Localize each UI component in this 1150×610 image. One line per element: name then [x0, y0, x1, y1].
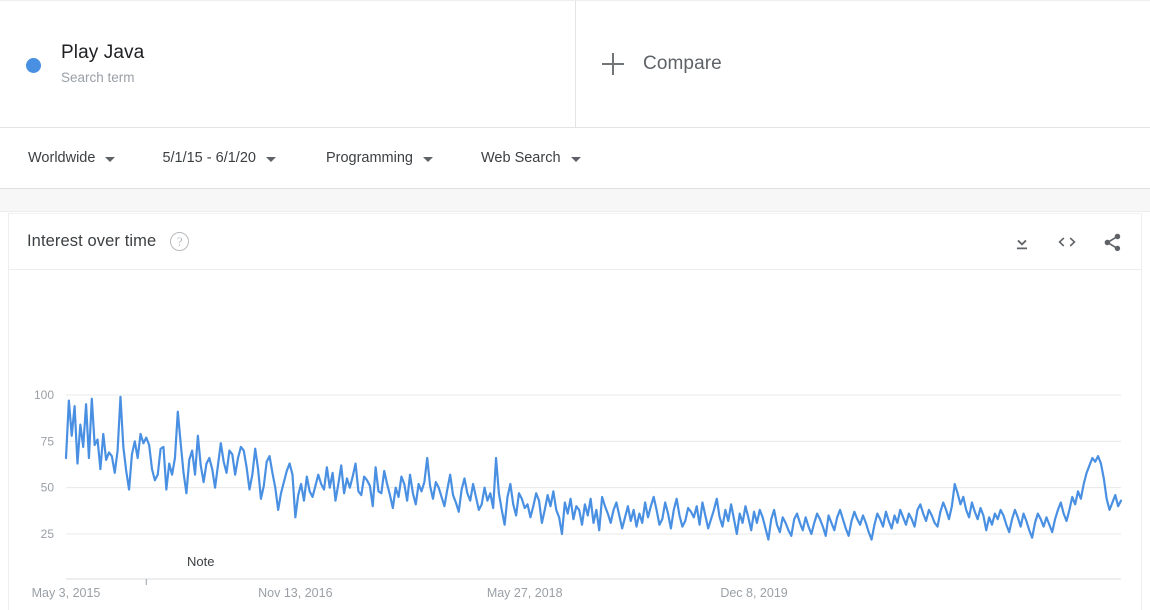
chart-note-annotation[interactable]: Note	[187, 554, 214, 569]
search-term-card[interactable]: Play Java Search term	[0, 1, 576, 127]
compare-label: Compare	[643, 53, 722, 74]
chevron-down-icon	[105, 156, 116, 162]
filter-location[interactable]: Worldwide	[28, 150, 116, 166]
filter-search-type-label: Web Search	[480, 150, 561, 166]
plus-icon	[602, 53, 624, 75]
svg-text:50: 50	[41, 481, 55, 495]
filter-category-label: Programming	[325, 150, 413, 166]
card-actions	[1011, 231, 1123, 253]
series-color-dot	[26, 57, 41, 73]
interest-over-time-chart[interactable]: 100 75 50 25 May 3, 2015 Nov 13, 2016 May 27, …	[9, 270, 1141, 600]
card-title: Interest over time	[27, 232, 157, 250]
search-term-texts: Play Java Search term	[61, 41, 144, 88]
add-compare-button[interactable]: Compare	[576, 1, 1150, 127]
page-gutter	[0, 189, 1150, 212]
filter-time-range[interactable]: 5/1/15 - 6/1/20	[162, 150, 276, 166]
help-icon[interactable]: ?	[170, 232, 190, 251]
filter-location-label: Worldwide	[28, 150, 96, 166]
filter-time-range-label: 5/1/15 - 6/1/20	[162, 150, 256, 166]
chevron-down-icon	[570, 156, 581, 162]
search-term-subtitle: Search term	[61, 69, 135, 85]
share-icon[interactable]	[1101, 231, 1123, 253]
filter-bar: Worldwide 5/1/15 - 6/1/20 Programming We…	[0, 128, 1150, 189]
chevron-down-icon	[265, 156, 276, 162]
card-header: Interest over time ?	[9, 214, 1141, 270]
search-terms-row: Play Java Search term Compare	[0, 0, 1150, 128]
svg-text:75: 75	[41, 434, 55, 448]
svg-text:May 3, 2015: May 3, 2015	[32, 586, 101, 600]
download-icon[interactable]	[1011, 231, 1033, 253]
svg-text:Dec 8, 2019: Dec 8, 2019	[720, 586, 787, 600]
svg-text:Nov 13, 2016: Nov 13, 2016	[258, 586, 332, 600]
search-term-title: Play Java	[61, 41, 145, 63]
embed-code-icon[interactable]	[1055, 231, 1079, 253]
interest-over-time-card: Interest over time ? 100 75 50 25 May 3, 201…	[8, 213, 1142, 610]
filter-search-type[interactable]: Web Search	[481, 150, 581, 166]
svg-text:May 27, 2018: May 27, 2018	[487, 586, 563, 600]
svg-text:25: 25	[41, 527, 55, 541]
filter-category[interactable]: Programming	[326, 150, 433, 166]
chart-area: 100 75 50 25 May 3, 2015 Nov 13, 2016 May 27, …	[9, 270, 1141, 600]
svg-text:100: 100	[34, 388, 54, 402]
chevron-down-icon	[422, 156, 433, 162]
